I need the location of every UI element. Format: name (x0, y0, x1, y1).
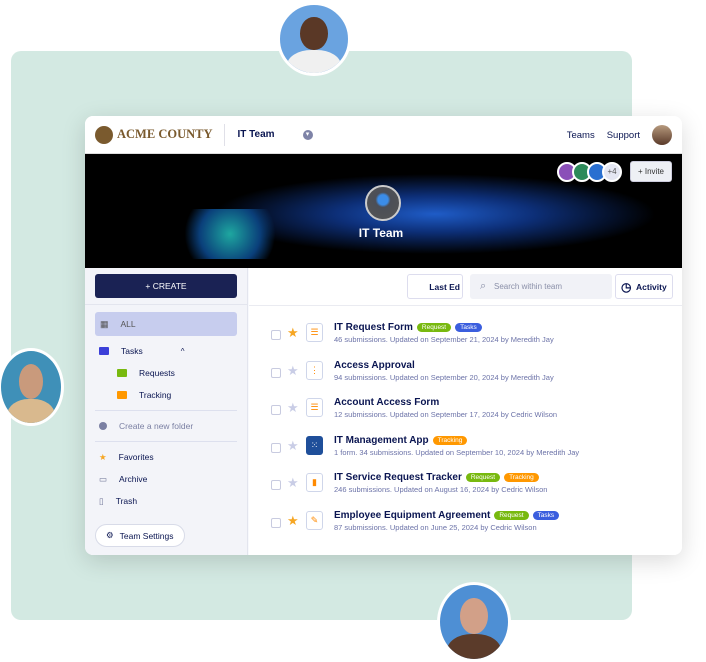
archive-icon: ▭ (99, 473, 108, 484)
item-title[interactable]: Employee Equipment Agreement (334, 510, 490, 521)
list-item[interactable]: ★ ⋮ Access Approval 94 submissions. Upda… (271, 360, 671, 390)
checkbox[interactable] (271, 442, 281, 453)
logo-icon (95, 125, 113, 144)
sidebar-item-archive[interactable]: ▭ Archive (85, 468, 247, 490)
label: Team Settings (119, 530, 174, 541)
item-meta: 46 submissions. Updated on September 21,… (334, 335, 554, 344)
sidebar-item-all[interactable]: ▦ ALL (95, 312, 237, 336)
create-button[interactable]: + CREATE (95, 274, 237, 298)
sidebar-folder-tracking[interactable]: Tracking (85, 384, 247, 406)
label: Archive (119, 474, 148, 484)
tag-request[interactable]: Request (416, 323, 452, 332)
star-icon[interactable]: ★ (287, 325, 299, 341)
tag-tasks[interactable]: Tasks (455, 323, 482, 332)
item-title[interactable]: IT Request Form (334, 322, 413, 333)
tag-tasks[interactable]: Tasks (532, 510, 560, 520)
main-content: Last Ed Search within team Activity ★ ☰ … (249, 268, 682, 555)
team-banner: IT Team +4 + Invite (85, 154, 682, 268)
item-meta: 1 form. 34 submissions. Updated on Septe… (334, 447, 580, 457)
member-avatars[interactable]: +4 (557, 162, 622, 182)
folder-icon (117, 369, 127, 377)
tag-request[interactable]: Request (465, 473, 501, 482)
nav-teams[interactable]: Teams (567, 130, 595, 141)
logo[interactable]: ACME COUNTY (95, 125, 213, 144)
person-photo (0, 348, 64, 426)
banner-team-name: IT Team (358, 226, 404, 240)
checkbox[interactable] (271, 517, 281, 528)
item-meta: 94 submissions. Updated on September 20,… (334, 372, 554, 382)
item-meta: 12 submissions. Updated on September 17,… (334, 410, 558, 419)
toolbar: Last Ed Search within team Activity (249, 268, 682, 306)
list-item[interactable]: ★ ⁙ IT Management App Tracking 1 form. 34… (271, 435, 671, 465)
create-folder-button[interactable]: Create a new folder (85, 415, 247, 437)
list-item[interactable]: ★ ▮ IT Service Request Tracker Request Tra… (271, 472, 671, 502)
invite-button[interactable]: + Invite (629, 161, 672, 182)
list-item[interactable]: ★ ✎ Employee Equipment Agreement Request T… (271, 510, 671, 540)
item-meta: 246 submissions. Updated on August 16, 2… (334, 485, 548, 494)
sidebar-folder-tasks[interactable]: Tasks ^ (85, 340, 247, 362)
label: Tracking (139, 390, 172, 400)
checkbox[interactable] (271, 480, 281, 490)
person-photo (437, 582, 511, 662)
label: Tasks (121, 346, 143, 356)
app-icon: ⁙ (306, 435, 323, 455)
user-avatar[interactable] (652, 125, 672, 145)
folder-icon (99, 347, 109, 355)
star-icon[interactable]: ★ (287, 400, 299, 416)
item-title[interactable]: Access Approval (334, 360, 415, 371)
sidebar-item-trash[interactable]: ▯ Trash (85, 490, 247, 512)
app-window: ACME COUNTY IT Team ▾ Teams Support IT T… (85, 116, 682, 555)
label: Create a new folder (119, 421, 194, 431)
tag-tracking[interactable]: Tracking (432, 435, 468, 445)
star-icon: ★ (99, 451, 107, 462)
item-title[interactable]: IT Management App (334, 435, 429, 446)
label: ALL (120, 319, 136, 329)
sign-document-icon: ✎ (306, 510, 323, 530)
member-count: +4 (602, 162, 622, 182)
plus-circle-icon (99, 422, 107, 430)
form-icon: ☰ (306, 323, 323, 342)
chevron-up-icon[interactable]: ^ (181, 347, 185, 356)
tag-tracking[interactable]: Tracking (504, 473, 539, 482)
nav-support[interactable]: Support (607, 130, 640, 141)
trash-icon: ▯ (99, 495, 104, 506)
label: Requests (139, 368, 175, 378)
team-name: IT Team (237, 129, 275, 140)
star-icon[interactable]: ★ (287, 513, 299, 529)
checkbox[interactable] (271, 367, 281, 378)
sort-dropdown[interactable]: Last Ed (407, 274, 463, 299)
divider (224, 123, 226, 146)
star-icon[interactable]: ★ (287, 363, 299, 379)
label: Trash (115, 496, 138, 506)
item-title[interactable]: IT Service Request Tracker (334, 472, 462, 483)
grid-icon: ▦ (100, 318, 109, 329)
item-meta: 87 submissions. Updated on June 25, 2024… (334, 522, 537, 532)
sidebar-item-favorites[interactable]: ★ Favorites (85, 446, 247, 468)
report-icon: ▮ (306, 473, 323, 492)
checkbox[interactable] (271, 405, 281, 415)
team-avatar (365, 185, 401, 221)
top-header: ACME COUNTY IT Team ▾ Teams Support (85, 116, 682, 154)
star-icon[interactable]: ★ (287, 475, 299, 491)
sidebar: + CREATE ▦ ALL Tasks ^ Requests Tracking C… (85, 268, 248, 555)
activity-button[interactable]: Activity (615, 274, 673, 299)
star-icon[interactable]: ★ (287, 438, 299, 454)
item-title[interactable]: Account Access Form (334, 397, 439, 408)
label: Favorites (118, 452, 154, 462)
chevron-down-icon[interactable]: ▾ (302, 129, 313, 140)
list-item[interactable]: ★ ☰ IT Request Form Request Tasks 46 submi… (271, 322, 671, 352)
team-settings-button[interactable]: ⚙ Team Settings (95, 524, 185, 547)
folder-icon (117, 391, 127, 399)
search-input[interactable]: Search within team (470, 274, 612, 299)
sidebar-folder-requests[interactable]: Requests (85, 362, 247, 384)
logo-text: ACME COUNTY (117, 127, 213, 141)
tag-request[interactable]: Request (494, 510, 529, 520)
list-item[interactable]: ★ ☰ Account Access Form 12 submissions. … (271, 397, 671, 427)
gear-icon: ⚙ (106, 530, 114, 540)
workflow-icon: ⋮ (306, 360, 323, 380)
person-photo (277, 2, 351, 76)
checkbox[interactable] (271, 330, 281, 340)
form-icon: ☰ (306, 398, 323, 417)
